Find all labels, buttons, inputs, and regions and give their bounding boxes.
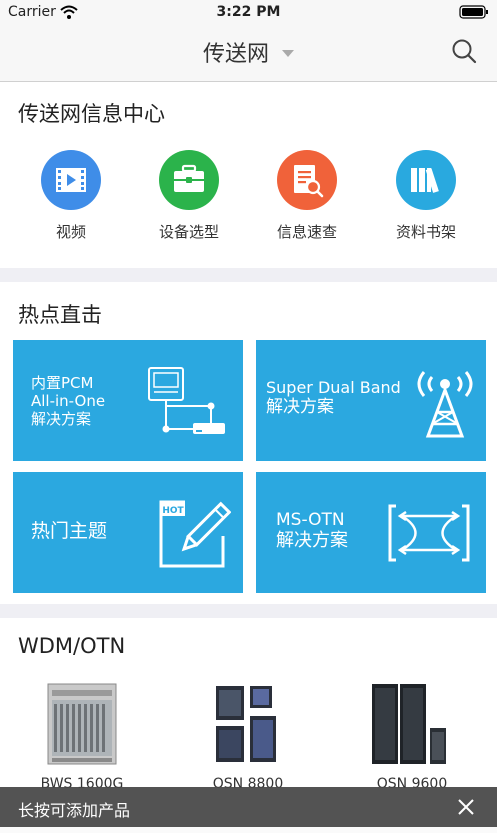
clock: 3:22 PM bbox=[216, 4, 281, 20]
section-title: 传送网信息中心 bbox=[18, 102, 165, 126]
title-dropdown[interactable]: 传送网 bbox=[0, 36, 497, 68]
info-center-section: 传送网信息中心 视频 设备选型 信息速查 资料书架 bbox=[0, 82, 497, 268]
tile-text: 内置PCM All-in-One 解决方案 bbox=[31, 374, 105, 428]
info-item-label: 视频 bbox=[55, 223, 86, 241]
tile-text: 热门主题 bbox=[31, 520, 107, 543]
tile-line: MS-OTN bbox=[276, 510, 345, 530]
section-title: WDM/OTN bbox=[18, 634, 126, 658]
tile-line: All-in-One bbox=[31, 392, 106, 410]
info-item-equipment[interactable]: 设备选型 bbox=[139, 150, 239, 242]
tile-text: Super Dual Band 解决方案 bbox=[266, 378, 401, 418]
network-topology-icon bbox=[148, 367, 225, 434]
close-icon[interactable] bbox=[457, 798, 475, 820]
info-item-quick-lookup[interactable]: 信息速查 bbox=[257, 150, 357, 242]
caret-down-icon bbox=[282, 43, 295, 62]
document-search-icon bbox=[277, 150, 337, 210]
tile-line: Super Dual Band bbox=[266, 378, 401, 397]
cross-connect-icon bbox=[388, 504, 470, 562]
video-icon bbox=[41, 150, 101, 210]
tile-line: 解决方案 bbox=[266, 397, 334, 418]
toast-message: 长按可添加产品 bbox=[18, 801, 131, 820]
info-item-label: 资料书架 bbox=[395, 223, 456, 241]
tile-super-dual-band[interactable]: Super Dual Band 解决方案 bbox=[256, 340, 486, 461]
tile-text: MS-OTN 解决方案 bbox=[276, 510, 348, 552]
hint-toast: 长按可添加产品 bbox=[0, 787, 497, 827]
info-item-video[interactable]: 视频 bbox=[21, 150, 121, 242]
tab-bar-edge bbox=[0, 827, 497, 833]
info-item-label: 设备选型 bbox=[158, 223, 219, 241]
search-icon[interactable] bbox=[451, 38, 477, 68]
section-title: 热点直击 bbox=[18, 303, 102, 327]
info-item-bookshelf[interactable]: 资料书架 bbox=[376, 150, 476, 242]
tile-line: 解决方案 bbox=[31, 410, 92, 428]
product-item[interactable]: BWS 1600G bbox=[12, 682, 152, 792]
tile-pcm-all-in-one[interactable]: 内置PCM All-in-One 解决方案 bbox=[13, 340, 243, 461]
product-item[interactable]: OSN 9600 bbox=[342, 682, 482, 792]
product-image bbox=[342, 682, 482, 766]
tile-ms-otn[interactable]: MS-OTN 解决方案 bbox=[256, 472, 486, 593]
battery-icon bbox=[459, 5, 489, 23]
navigation-bar: 传送网 bbox=[0, 24, 497, 82]
product-image bbox=[12, 682, 152, 766]
hot-topics-section: 热点直击 内置PCM All-in-One 解决方案 Super Dual Ba… bbox=[0, 282, 497, 604]
briefcase-icon bbox=[159, 150, 219, 210]
info-item-label: 信息速查 bbox=[276, 223, 337, 241]
hot-edit-icon: HOT bbox=[159, 500, 231, 568]
product-image bbox=[178, 682, 318, 766]
tile-hot-topics[interactable]: 热门主题 HOT bbox=[13, 472, 243, 593]
product-item[interactable]: OSN 8800 bbox=[178, 682, 318, 792]
tile-line: 解决方案 bbox=[276, 530, 348, 552]
tile-line: 内置PCM bbox=[31, 374, 94, 392]
tile-line: 热门主题 bbox=[31, 520, 108, 542]
bookshelf-icon bbox=[396, 150, 456, 210]
status-bar: Carrier 3:22 PM bbox=[0, 0, 497, 24]
page-title: 传送网 bbox=[202, 42, 269, 67]
radio-tower-icon bbox=[417, 371, 473, 438]
hot-badge: HOT bbox=[162, 506, 184, 516]
